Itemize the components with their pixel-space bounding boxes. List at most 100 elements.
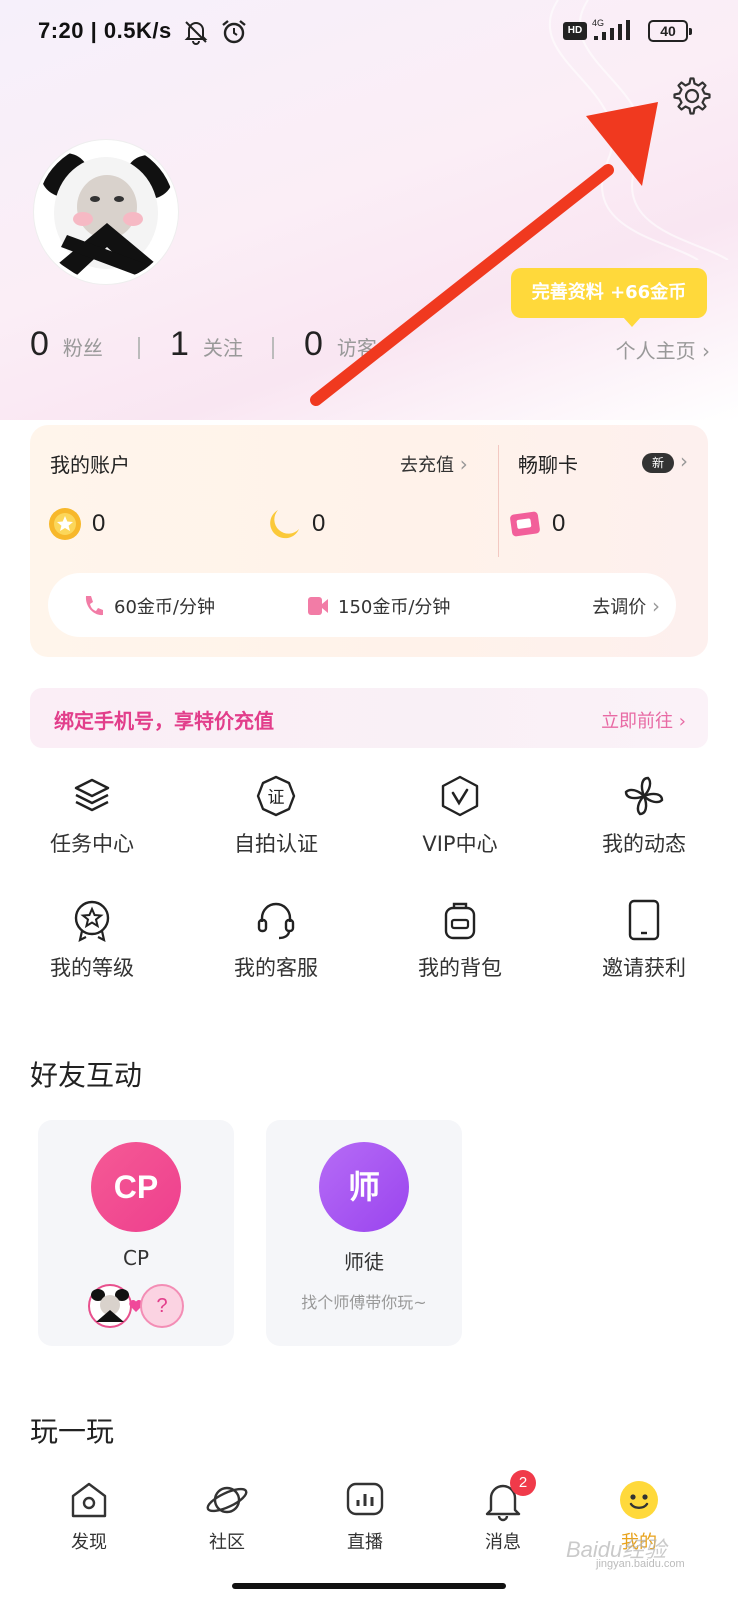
layers-icon bbox=[74, 778, 110, 812]
mentor-subtitle: 找个师傅带你玩~ bbox=[301, 1293, 427, 1312]
moon-balance[interactable]: 0 bbox=[268, 507, 325, 541]
settings-gear-icon[interactable] bbox=[672, 76, 712, 116]
my-level-entry[interactable]: 我的等级 bbox=[12, 898, 172, 998]
chevron-right-icon: › bbox=[459, 452, 468, 476]
tab-messages[interactable]: 2 消息 bbox=[448, 1470, 558, 1554]
coin-balance-value: 0 bbox=[92, 510, 106, 537]
chevron-right-icon[interactable]: › bbox=[680, 449, 688, 473]
mute-bell-icon bbox=[184, 21, 208, 45]
tablet-icon bbox=[628, 899, 660, 941]
my-service-entry[interactable]: 我的客服 bbox=[196, 898, 356, 998]
watermark-url: jingyan.baidu.com bbox=[596, 1558, 685, 1570]
following-label: 关注 bbox=[202, 336, 243, 360]
chevron-right-icon: › bbox=[702, 339, 710, 363]
voice-rate: 60金币/分钟 bbox=[82, 593, 215, 619]
vip-badge-icon bbox=[441, 775, 479, 817]
video-rate: 150金币/分钟 bbox=[306, 593, 450, 619]
play-section-title: 玩一玩 bbox=[30, 1415, 115, 1448]
bind-phone-text: 绑定手机号，享特价充值 bbox=[54, 709, 274, 733]
my-moments-entry[interactable]: 我的动态 bbox=[564, 774, 724, 874]
avatar[interactable] bbox=[34, 140, 178, 284]
moon-icon bbox=[270, 510, 299, 539]
divider bbox=[272, 337, 274, 359]
my-account-title: 我的账户 bbox=[50, 453, 130, 477]
planet-icon bbox=[206, 1486, 248, 1514]
followers-label: 粉丝 bbox=[62, 336, 103, 360]
mentor-icon: 师 bbox=[319, 1142, 409, 1232]
invite-earn-entry[interactable]: 邀请获利 bbox=[564, 898, 724, 998]
chevron-right-icon: › bbox=[678, 711, 686, 732]
tab-messages-label: 消息 bbox=[485, 1532, 521, 1553]
bind-phone-banner[interactable]: 绑定手机号，享特价充值 立即前往 › bbox=[30, 688, 708, 748]
unknown-partner-avatar: ? bbox=[140, 1284, 184, 1328]
live-chart-icon bbox=[346, 1482, 384, 1516]
vip-center-entry[interactable]: VIP中心 bbox=[380, 774, 540, 874]
status-time: 7:20 | 0.5K/s bbox=[38, 18, 172, 43]
my-moments-label: 我的动态 bbox=[602, 832, 686, 856]
video-camera-icon bbox=[308, 597, 328, 615]
my-backpack-label: 我的背包 bbox=[418, 956, 502, 980]
followers-stat[interactable]: 0 粉丝 bbox=[30, 325, 103, 364]
tab-community-label: 社区 bbox=[209, 1532, 245, 1553]
cp-user-avatar bbox=[88, 1284, 132, 1328]
task-center-entry[interactable]: 任务中心 bbox=[12, 774, 172, 874]
phone-icon bbox=[85, 596, 103, 616]
new-badge: 新 bbox=[642, 453, 674, 473]
go-now-link[interactable]: 立即前往 › bbox=[601, 707, 686, 733]
cp-icon: CP bbox=[91, 1142, 181, 1232]
personal-homepage-link[interactable]: 个人主页 › bbox=[616, 335, 710, 364]
tab-discover-label: 发现 bbox=[71, 1532, 107, 1553]
divider bbox=[498, 445, 499, 557]
chat-card-balance-value: 0 bbox=[552, 510, 566, 537]
invite-earn-label: 邀请获利 bbox=[602, 956, 686, 980]
certificate-icon: 证 bbox=[256, 775, 296, 817]
adjust-price-link[interactable]: 去调价 › bbox=[592, 593, 660, 619]
cp-avatars: ? bbox=[88, 1284, 184, 1328]
visitors-count: 0 bbox=[304, 325, 323, 363]
moon-balance-value: 0 bbox=[312, 510, 326, 537]
call-rate-bar: 60金币/分钟 150金币/分钟 去调价 › bbox=[48, 573, 676, 637]
backpack-icon bbox=[444, 902, 476, 940]
panda-meme-avatar-image bbox=[37, 143, 175, 281]
selfie-verify-entry[interactable]: 证 自拍认证 bbox=[196, 774, 356, 874]
network-type: 4G bbox=[592, 18, 604, 28]
discover-home-icon bbox=[71, 1482, 107, 1518]
recharge-label: 去充值 bbox=[400, 455, 454, 476]
medal-icon bbox=[74, 900, 110, 942]
chevron-right-icon: › bbox=[652, 594, 660, 618]
alarm-icon bbox=[222, 20, 246, 44]
tab-live-label: 直播 bbox=[347, 1532, 383, 1553]
vip-center-label: VIP中心 bbox=[422, 832, 498, 856]
task-center-label: 任务中心 bbox=[50, 832, 134, 856]
my-level-label: 我的等级 bbox=[50, 956, 134, 980]
following-count: 1 bbox=[170, 325, 189, 363]
divider bbox=[138, 337, 140, 359]
signal-icon: 4G bbox=[592, 18, 630, 40]
chat-card-balance[interactable]: 0 bbox=[508, 507, 565, 541]
chat-card-icon bbox=[510, 511, 540, 537]
visitors-stat[interactable]: 0 访客 bbox=[304, 325, 377, 364]
hd-badge: HD bbox=[563, 22, 587, 40]
coin-balance[interactable]: 0 bbox=[48, 507, 105, 541]
my-service-label: 我的客服 bbox=[234, 956, 318, 980]
visitors-label: 访客 bbox=[336, 336, 377, 360]
recharge-link[interactable]: 去充值 › bbox=[400, 451, 468, 477]
message-count-badge: 2 bbox=[510, 1470, 536, 1496]
following-stat[interactable]: 1 关注 bbox=[170, 325, 243, 364]
tab-live[interactable]: 直播 bbox=[310, 1478, 420, 1554]
tab-discover[interactable]: 发现 bbox=[34, 1478, 144, 1554]
chat-card-title: 畅聊卡 bbox=[518, 453, 578, 477]
svg-text:证: 证 bbox=[268, 788, 285, 808]
voice-rate-text: 60金币/分钟 bbox=[114, 597, 215, 618]
home-indicator[interactable] bbox=[232, 1583, 506, 1589]
friends-section-title: 好友互动 bbox=[30, 1059, 143, 1092]
go-now-label: 立即前往 bbox=[601, 711, 674, 732]
tab-community[interactable]: 社区 bbox=[172, 1478, 282, 1554]
mentor-card[interactable]: 师 师徒 找个师傅带你玩~ bbox=[266, 1120, 462, 1346]
video-rate-text: 150金币/分钟 bbox=[338, 597, 451, 618]
cp-name: CP bbox=[122, 1246, 150, 1270]
my-backpack-entry[interactable]: 我的背包 bbox=[380, 898, 540, 998]
complete-profile-tip[interactable]: 完善资料 +66金币 bbox=[511, 268, 707, 327]
cp-card[interactable]: CP CP ? bbox=[38, 1120, 234, 1346]
headset-icon bbox=[257, 902, 295, 940]
